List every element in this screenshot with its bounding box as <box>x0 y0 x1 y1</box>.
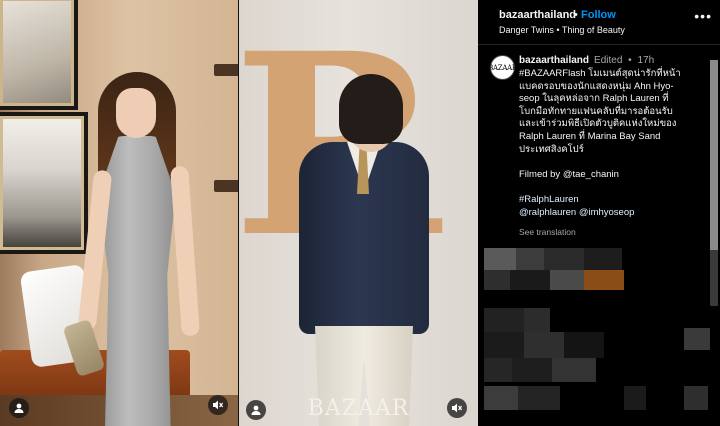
timestamp-separator: • <box>628 55 632 66</box>
profile-overlay-button[interactable] <box>9 398 29 418</box>
caption-text: #BAZAARFlash โมเมนต์สุดน่ารักที่หน้า แบค… <box>519 68 707 219</box>
post-timestamp: 17h <box>637 55 655 66</box>
post-header: bazaarthailand • Follow Danger Twins • T… <box>478 0 720 45</box>
mentions-link[interactable]: @ralphlauren @imhyoseop <box>519 207 707 220</box>
edited-label: Edited <box>594 55 623 66</box>
user-icon <box>251 405 261 415</box>
mute-button[interactable] <box>208 395 228 415</box>
caption-line: ประเทศสิงคโปร์ <box>519 143 584 155</box>
filmed-by-credit: Filmed by @tae_chanin <box>519 168 619 180</box>
follow-button[interactable]: Follow <box>581 9 616 21</box>
caption-line: seop ในลุคหล่อจาก Ralph Lauren ที่ <box>519 93 669 105</box>
muted-speaker-icon <box>213 400 224 410</box>
header-separator: • <box>574 9 578 21</box>
muted-speaker-icon <box>452 403 463 413</box>
scrollbar-thumb[interactable] <box>710 60 718 250</box>
more-horizontal-icon[interactable]: ••• <box>694 8 712 24</box>
avatar-logo-text: BAZAAR <box>488 63 517 72</box>
profile-overlay-button[interactable] <box>246 400 266 420</box>
caption-line: แบคดรอบของนักแสดงหนุ่ม Ahn Hyo- <box>519 80 674 92</box>
caption-line: Ralph Lauren ที่ Marina Bay Sand <box>519 130 661 142</box>
wall-picture-frame <box>0 0 78 110</box>
caption-line: และเข้าร่วมพิธีเปิดตัวบูติคแห่งใหม่ของ <box>519 118 677 130</box>
woman-face <box>116 88 156 138</box>
caption-username[interactable]: bazaarthailand <box>519 55 589 66</box>
caption-header: bazaarthailand Edited • 17h <box>519 55 654 66</box>
audio-track-link[interactable]: Danger Twins • Thing of Beauty <box>499 25 625 35</box>
wall-peg <box>214 64 238 76</box>
hashtag-link[interactable]: #RalphLauren <box>519 194 707 207</box>
caption-line: #BAZAARFlash โมเมนต์สุดน่ารักที่หน้า <box>519 68 681 79</box>
mute-button[interactable] <box>447 398 467 418</box>
caption-line: โบกมือทักทายแฟนคลับที่มารอต้อนรับ <box>519 105 673 117</box>
user-icon <box>14 403 24 413</box>
pixelated-comments <box>484 248 710 426</box>
see-translation-link[interactable]: See translation <box>519 227 576 237</box>
bazaar-watermark: BAZAAR <box>307 396 410 421</box>
wall-peg <box>214 180 238 192</box>
media-right-photo[interactable]: R BAZAAR <box>239 0 478 426</box>
man-hair <box>339 74 403 144</box>
wall-picture-frame <box>0 112 88 254</box>
post-info-panel: bazaarthailand • Follow Danger Twins • T… <box>478 0 720 426</box>
avatar[interactable]: BAZAAR <box>488 55 517 80</box>
woman-arm <box>170 165 200 337</box>
media-left-photo[interactable] <box>0 0 238 426</box>
header-username[interactable]: bazaarthailand <box>499 9 576 21</box>
